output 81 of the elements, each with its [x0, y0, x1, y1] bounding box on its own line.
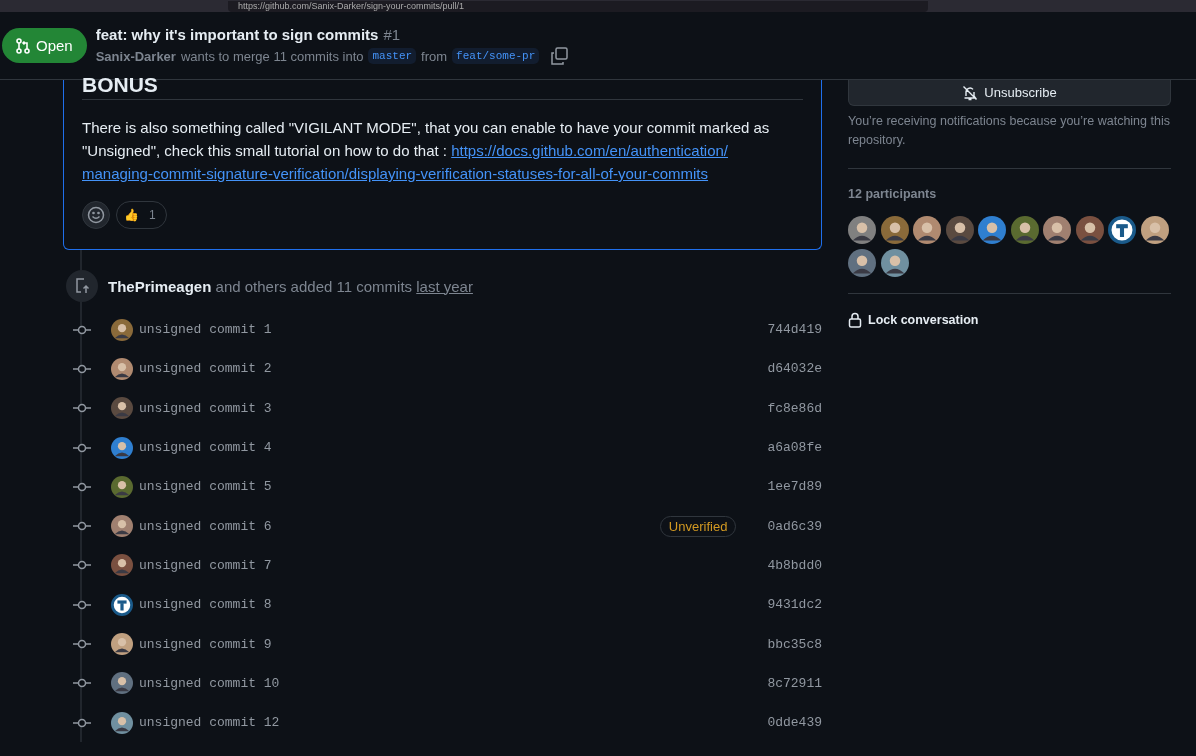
lock-conversation-link[interactable]: Lock conversation: [848, 311, 1171, 328]
branch-label[interactable]: feat/some-pr: [452, 48, 540, 64]
author-link[interactable]: Sanix-Darker: [95, 48, 176, 64]
add-reaction-button[interactable]: [82, 201, 110, 229]
status-badge: Open: [2, 28, 87, 63]
commit-message[interactable]: unsigned commit 10: [139, 675, 768, 691]
commit-node-icon: [73, 599, 91, 610]
notification-notice: You’re receiving notifications because you’re watching this repository.: [848, 113, 1171, 149]
avatar[interactable]: [1010, 216, 1039, 244]
docs-link[interactable]: https://docs.github.com/en/authentication/: [451, 142, 728, 159]
smiley-icon: [87, 206, 105, 224]
avatar[interactable]: [111, 515, 133, 538]
avatar[interactable]: [111, 318, 133, 341]
commit-sha[interactable]: 9431dc2: [767, 597, 822, 613]
commit-sha[interactable]: bbc35c8: [767, 636, 822, 652]
avatar[interactable]: [913, 216, 941, 244]
avatar[interactable]: [880, 216, 909, 244]
avatar[interactable]: [111, 357, 133, 380]
from-text: from: [421, 48, 448, 64]
commit-node-icon: [73, 560, 91, 571]
commit-sha[interactable]: 4b8bdd0: [767, 557, 822, 573]
pr-number: #1: [383, 26, 401, 43]
commit-sha[interactable]: a6a08fe: [767, 440, 822, 456]
merge-summary: wants to merge 11 commits into: [180, 48, 364, 64]
address-bar[interactable]: https://github.com/Sanix-Darker/sign-your-commits/pull/1: [228, 0, 928, 12]
commit-message[interactable]: unsigned commit 8: [139, 597, 768, 613]
avatar[interactable]: [848, 248, 876, 277]
commit-message[interactable]: unsigned commit 5: [139, 479, 768, 495]
pull-request-icon: [16, 37, 30, 54]
avatar[interactable]: [1075, 216, 1104, 244]
commit-sha[interactable]: fc8e86d: [767, 400, 822, 416]
commit-node-icon: [73, 442, 91, 453]
docs-link[interactable]: managing-commit-signature-verification/displaying-verification-statuses-for-all-of-your-commits: [82, 165, 709, 182]
commit-node-icon: [73, 639, 91, 649]
commit-message[interactable]: unsigned commit 1: [139, 322, 768, 338]
pr-title: feat: why it's important to sign commits: [95, 26, 379, 43]
avatar[interactable]: [111, 672, 133, 695]
commit-sha[interactable]: 0ad6c39: [767, 518, 822, 534]
commit-node-icon: [73, 521, 91, 532]
avatar[interactable]: [1140, 216, 1169, 244]
avatar[interactable]: [1108, 216, 1136, 244]
lock-icon: [848, 311, 862, 328]
avatar[interactable]: [111, 475, 133, 498]
commit-node-icon: [73, 678, 91, 689]
avatar[interactable]: [111, 554, 133, 577]
bell-off-icon: [962, 84, 979, 101]
commit-sha[interactable]: 8c72911: [767, 675, 822, 691]
avatar[interactable]: [111, 593, 133, 616]
avatar[interactable]: [945, 216, 974, 244]
commit-sha[interactable]: 744d419: [767, 322, 822, 338]
avatar[interactable]: [111, 711, 133, 734]
commit-message[interactable]: unsigned commit 9: [139, 636, 768, 652]
commit-message[interactable]: unsigned commit 2: [139, 361, 768, 377]
avatar[interactable]: [848, 216, 876, 244]
commit-message[interactable]: unsigned commit 6: [139, 518, 660, 534]
avatar[interactable]: [111, 633, 133, 655]
commit-message[interactable]: unsigned commit 7: [139, 557, 768, 573]
event-text: ThePrimeagen and others added 11 commits last year: [108, 277, 473, 295]
avatar[interactable]: [1043, 216, 1071, 244]
commit-message[interactable]: unsigned commit 4: [139, 440, 768, 456]
commit-message[interactable]: unsigned commit 3: [139, 400, 768, 416]
avatar[interactable]: [880, 248, 909, 277]
commit-node-icon: [73, 481, 91, 492]
commit-node-icon: [73, 324, 91, 335]
commit-sha[interactable]: 1ee7d89: [767, 479, 822, 495]
commit-sha[interactable]: d64032e: [767, 361, 822, 377]
avatar[interactable]: [111, 436, 133, 459]
comment-heading: BONUS: [82, 74, 803, 100]
avatar[interactable]: [978, 216, 1006, 244]
commit-node-icon: [73, 363, 91, 374]
participants-title: 12 participants: [848, 187, 938, 201]
copy-icon[interactable]: [550, 47, 569, 65]
unsubscribe-button[interactable]: Unsubscribe: [848, 80, 1171, 106]
comment-text: There is also something called "VIGILANT MODE", that you can enable to have your commit marked as "Unsigned", check this small tutorial on how to do that : https://docs.github.com/en/authentication/ managing-commit-signature-verification/displaying-verification-statuses-for-all-of-your-commits: [82, 118, 771, 184]
avatar[interactable]: [111, 397, 133, 420]
commit-node-icon: [73, 717, 91, 728]
branch-label[interactable]: master: [368, 48, 417, 64]
commit-sha[interactable]: 0dde439: [767, 715, 822, 731]
time-link[interactable]: last year: [416, 277, 473, 295]
commit-node-icon: [73, 403, 91, 414]
commit-message[interactable]: unsigned commit 12: [139, 715, 768, 731]
